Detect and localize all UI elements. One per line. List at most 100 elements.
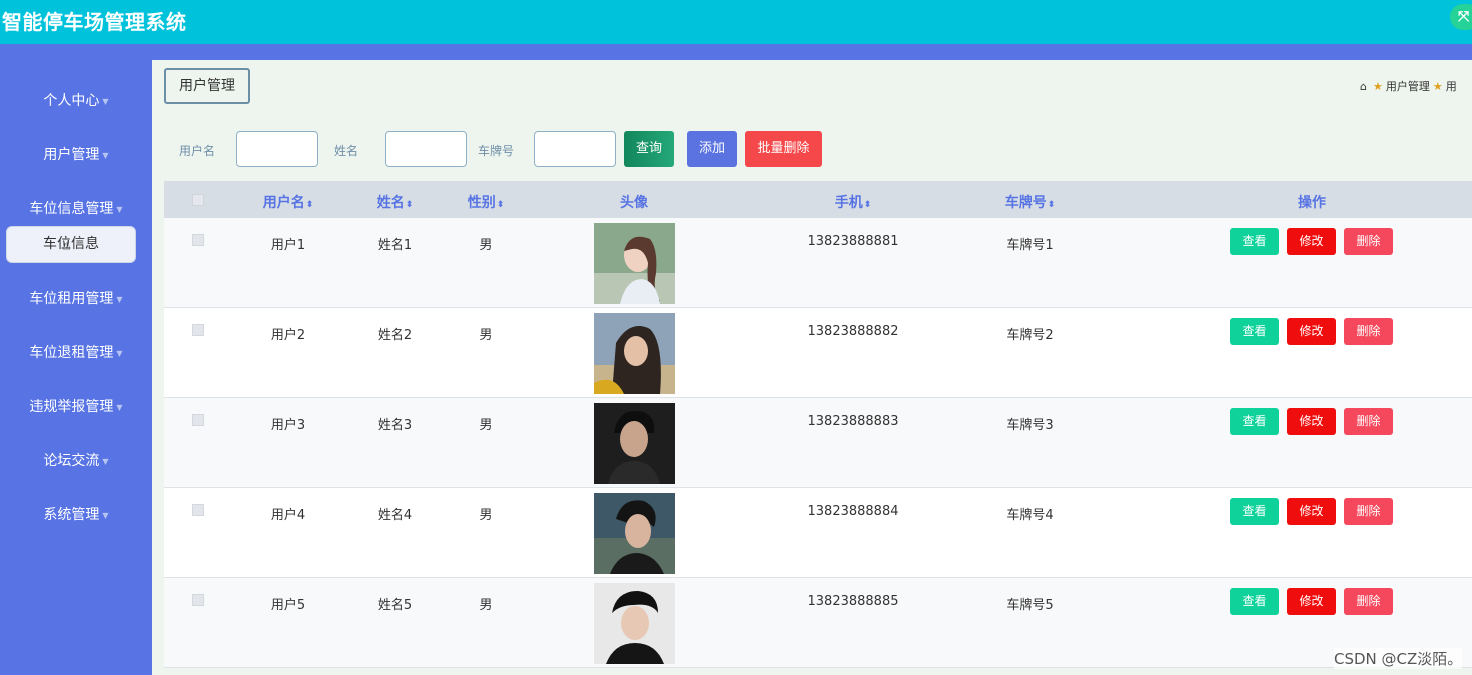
phone-cell: 13823888882 xyxy=(807,324,899,339)
star-icon: ★ xyxy=(1432,80,1443,93)
submenu-item-space-info[interactable]: 车位信息 xyxy=(6,226,136,263)
batch-delete-button[interactable]: 批量删除 xyxy=(745,131,822,167)
edit-button[interactable]: 修改 xyxy=(1287,408,1336,435)
sidebar-item-space-info[interactable]: 车位信息管理 ▼ xyxy=(0,198,152,218)
sort-icon: ⬍ xyxy=(405,200,414,210)
table-header: 用户名⬍ 姓名⬍ 性别⬍ 头像 手机⬍ 车牌号⬍ 操作 xyxy=(164,181,1472,218)
sidebar-item-label: 系统管理 xyxy=(43,507,100,523)
username-filter-input[interactable] xyxy=(236,131,318,167)
caret-down-icon: ▼ xyxy=(102,456,109,466)
mouse-cursor-icon: ☝ xyxy=(62,238,71,254)
caret-down-icon: ▼ xyxy=(116,204,123,214)
tab-user-management[interactable]: 用户管理 xyxy=(164,68,250,104)
header-label: 性别 xyxy=(467,195,496,211)
sidebar-item-users[interactable]: 用户管理 ▼ xyxy=(0,144,152,164)
username-cell: 用户3 xyxy=(270,418,306,433)
sidebar-item-label: 车位信息管理 xyxy=(29,201,114,217)
delete-button[interactable]: 删除 xyxy=(1344,588,1393,615)
edit-button[interactable]: 修改 xyxy=(1287,588,1336,615)
header-label: 车牌号 xyxy=(1004,195,1047,211)
query-button[interactable]: 查询 xyxy=(624,131,674,167)
view-button[interactable]: 查看 xyxy=(1230,498,1279,525)
header-label: 姓名 xyxy=(376,195,405,211)
star-icon: ★ xyxy=(1372,80,1383,93)
phone-cell: 13823888881 xyxy=(807,234,899,249)
sidebar-item-label: 用户管理 xyxy=(43,147,100,163)
sidebar-item-label: 车位退租管理 xyxy=(29,345,114,361)
avatar xyxy=(594,493,675,574)
name-cell: 姓名5 xyxy=(377,598,413,613)
view-button[interactable]: 查看 xyxy=(1230,318,1279,345)
header-label: 手机 xyxy=(834,195,863,211)
name-filter-label: 姓名 xyxy=(334,144,359,158)
plate-filter-input[interactable] xyxy=(534,131,616,167)
select-all-checkbox[interactable] xyxy=(192,194,204,206)
add-button[interactable]: 添加 xyxy=(687,131,737,167)
table-row: 用户1 姓名1 男 13823888881 车牌号1 查看 修改 删除 xyxy=(164,218,1472,308)
sidebar-item-rental[interactable]: 车位租用管理 ▼ xyxy=(0,288,152,308)
sidebar-item-label: 个人中心 xyxy=(43,93,100,109)
row-checkbox[interactable] xyxy=(192,414,204,426)
row-checkbox[interactable] xyxy=(192,234,204,246)
app-title: 智能停车场管理系统 xyxy=(2,10,187,34)
sort-icon: ⬍ xyxy=(1047,200,1056,210)
header-plate[interactable]: 车牌号⬍ xyxy=(1005,192,1056,212)
watermark: CSDN @CZ淡陌。 xyxy=(1334,648,1463,669)
header-username[interactable]: 用户名⬍ xyxy=(263,192,314,212)
header-name[interactable]: 姓名⬍ xyxy=(377,192,414,212)
table-row: 用户4 姓名4 男 13823888884 车牌号4 查看 修改 删除 xyxy=(164,488,1472,578)
plate-cell: 车牌号4 xyxy=(1006,508,1054,523)
row-checkbox[interactable] xyxy=(192,504,204,516)
edit-button[interactable]: 修改 xyxy=(1287,228,1336,255)
avatar xyxy=(594,313,675,394)
breadcrumb-item[interactable]: 用 xyxy=(1446,80,1457,93)
main-content: 用户管理 ⌂ ★ 用户管理 ★ 用 用户名 姓名 车牌号 查询 添加 批量删除 用户名⬍… xyxy=(152,60,1472,675)
view-button[interactable]: 查看 xyxy=(1230,408,1279,435)
view-button[interactable]: 查看 xyxy=(1230,228,1279,255)
breadcrumb: ⌂ ★ 用户管理 ★ 用 xyxy=(1360,78,1457,94)
view-button[interactable]: 查看 xyxy=(1230,588,1279,615)
header-gender[interactable]: 性别⬍ xyxy=(468,192,505,212)
table-row: 用户2 姓名2 男 13823888882 车牌号2 查看 修改 删除 xyxy=(164,308,1472,398)
home-icon[interactable]: ⌂ xyxy=(1360,80,1367,93)
avatar xyxy=(594,583,675,664)
sidebar-item-return[interactable]: 车位退租管理 ▼ xyxy=(0,342,152,362)
user-table: 用户名⬍ 姓名⬍ 性别⬍ 头像 手机⬍ 车牌号⬍ 操作 用户1 姓名1 男 13… xyxy=(164,181,1472,675)
fullscreen-icon[interactable]: ⤧ xyxy=(1450,4,1472,30)
sidebar-item-system[interactable]: 系统管理 ▼ xyxy=(0,504,152,524)
top-bar: 智能停车场管理系统 ⤧ xyxy=(0,0,1472,44)
name-filter-input[interactable] xyxy=(385,131,467,167)
gender-cell: 男 xyxy=(479,598,493,613)
delete-button[interactable]: 删除 xyxy=(1344,408,1393,435)
delete-button[interactable]: 删除 xyxy=(1344,318,1393,345)
name-cell: 姓名3 xyxy=(377,418,413,433)
delete-button[interactable]: 删除 xyxy=(1344,498,1393,525)
edit-button[interactable]: 修改 xyxy=(1287,498,1336,525)
sidebar-item-profile[interactable]: 个人中心 ▼ xyxy=(0,90,152,110)
table-row: 用户5 姓名5 男 13823888885 车牌号5 查看 修改 删除 xyxy=(164,578,1472,668)
name-cell: 姓名1 xyxy=(377,238,413,253)
name-cell: 姓名4 xyxy=(377,508,413,523)
sidebar-item-forum[interactable]: 论坛交流 ▼ xyxy=(0,450,152,470)
phone-cell: 13823888883 xyxy=(807,414,899,429)
edit-button[interactable]: 修改 xyxy=(1287,318,1336,345)
phone-cell: 13823888885 xyxy=(807,594,899,609)
row-checkbox[interactable] xyxy=(192,324,204,336)
sort-icon: ⬍ xyxy=(305,200,314,210)
plate-cell: 车牌号5 xyxy=(1006,598,1054,613)
plate-filter-label: 车牌号 xyxy=(478,144,515,158)
breadcrumb-item[interactable]: 用户管理 xyxy=(1386,80,1430,93)
caret-down-icon: ▼ xyxy=(102,510,109,520)
username-cell: 用户2 xyxy=(270,328,306,343)
name-cell: 姓名2 xyxy=(377,328,413,343)
gender-cell: 男 xyxy=(479,238,493,253)
header-band xyxy=(0,44,1472,60)
sidebar-item-violation[interactable]: 违规举报管理 ▼ xyxy=(0,396,152,416)
row-checkbox[interactable] xyxy=(192,594,204,606)
sidebar-item-label: 论坛交流 xyxy=(43,453,100,469)
delete-button[interactable]: 删除 xyxy=(1344,228,1393,255)
header-phone[interactable]: 手机⬍ xyxy=(835,192,872,212)
caret-down-icon: ▼ xyxy=(102,96,109,106)
gender-cell: 男 xyxy=(479,508,493,523)
caret-down-icon: ▼ xyxy=(116,348,123,358)
